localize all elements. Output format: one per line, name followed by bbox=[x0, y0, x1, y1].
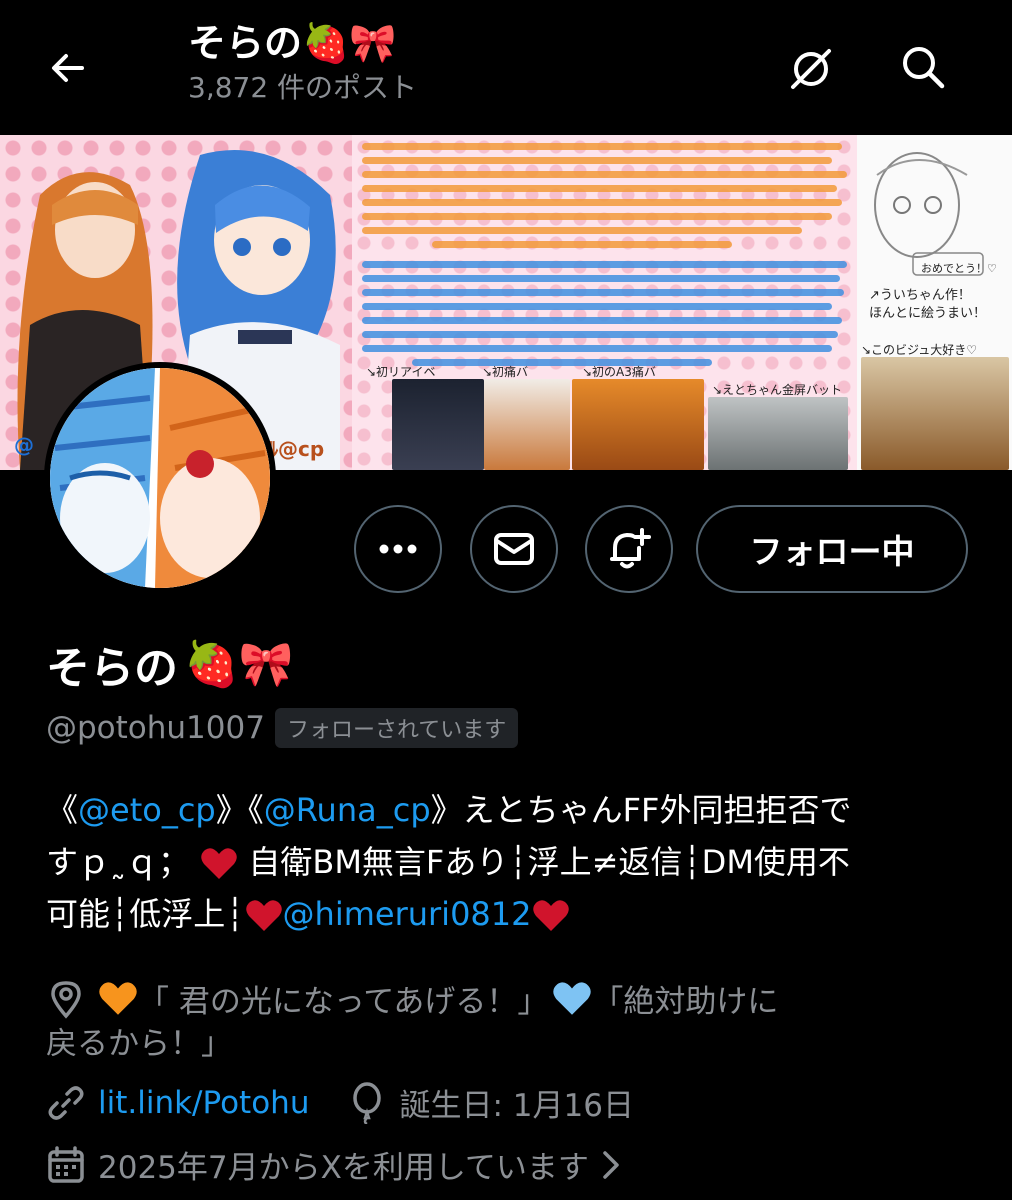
banner-caption-congrats: おめでとう！♡ bbox=[921, 262, 997, 275]
message-button[interactable] bbox=[470, 505, 558, 593]
website-link[interactable]: lit.link/Potohu bbox=[98, 1085, 309, 1121]
joined-text: 2025年7月からXを利用しています bbox=[98, 1150, 589, 1186]
top-bar: そらの🍓🎀 3,872 件のポスト bbox=[0, 0, 1012, 135]
following-button[interactable]: フォロー中 bbox=[696, 505, 968, 593]
link-icon bbox=[46, 1083, 86, 1123]
avatar-image bbox=[50, 368, 270, 588]
post-count: 3,872 件のポスト bbox=[188, 71, 418, 104]
red-heart-icon bbox=[245, 900, 282, 931]
chevron-right-icon bbox=[603, 1150, 619, 1179]
photo-caption-4: ↘えとちゃん金屏バット bbox=[712, 383, 843, 397]
red-heart-icon bbox=[201, 848, 237, 879]
bio-text: 自衛BM無言Fあり┆浮上≠返信┆DM使用不 bbox=[248, 843, 850, 881]
banner-letter: ↘初リアイベ ↘初痛バ ↘初のA3痛バ ↘えとちゃん金屏バット bbox=[352, 135, 857, 470]
bio-text: 可能┆低浮上┆ bbox=[46, 895, 245, 933]
bell-plus-icon bbox=[610, 528, 651, 569]
mention-link[interactable]: @eto_cp bbox=[78, 791, 216, 829]
profile-name: そらの bbox=[46, 643, 178, 694]
banner-drawing: おめでとう！♡ ↗ういちゃん作！ ほんとに絵うまい！ ↘このビジュ大好き♡ bbox=[857, 135, 1012, 470]
location-text: 「 君の光になってあげる！」 bbox=[138, 984, 549, 1020]
bio-line-3: 可能┆低浮上┆ @himeruri0812 bbox=[46, 888, 976, 940]
balloon-icon bbox=[347, 1081, 387, 1124]
search-icon bbox=[903, 47, 945, 89]
slash-circle-icon bbox=[791, 49, 831, 89]
header-title: そらの🍓🎀 bbox=[188, 21, 397, 65]
bio-text: 》えとちゃんFF外同担拒否で bbox=[430, 791, 852, 829]
banner-tag-left: @ bbox=[14, 433, 34, 457]
photo-bat bbox=[708, 397, 848, 470]
bio-text: 《 bbox=[46, 791, 79, 829]
more-icon bbox=[379, 544, 417, 554]
bio-text: すｐ˷ｑ； bbox=[46, 843, 191, 881]
photo-event bbox=[392, 379, 484, 470]
profile-name-row: そらの 🍓🎀 bbox=[46, 632, 294, 696]
photo-itabag bbox=[484, 379, 570, 470]
back-button[interactable] bbox=[42, 42, 94, 94]
profile-name-emoji: 🍓🎀 bbox=[184, 639, 294, 690]
calendar-icon bbox=[46, 1145, 86, 1185]
grok-button[interactable] bbox=[784, 42, 838, 96]
envelope-icon bbox=[494, 533, 534, 565]
search-button[interactable] bbox=[896, 40, 950, 94]
profile-handle: @potohu1007 bbox=[46, 710, 265, 746]
photo-caption-1: ↘初リアイベ bbox=[366, 365, 436, 379]
avatar[interactable] bbox=[44, 362, 276, 594]
header-title-block: そらの🍓🎀 3,872 件のポスト bbox=[188, 18, 417, 108]
bio-text: 》《 bbox=[215, 791, 264, 829]
birthday-text: 誕生日: 1月16日 bbox=[399, 1088, 634, 1124]
location-text: 戻るから！」 bbox=[46, 1026, 232, 1062]
notify-button[interactable] bbox=[585, 505, 673, 593]
banner-tag-right: ﾙ@cp bbox=[268, 437, 325, 461]
photo-caption-2: ↘初痛バ bbox=[482, 365, 529, 379]
bio-line-2: すｐ˷ｑ； 自衛BM無言Fあり┆浮上≠返信┆DM使用不 bbox=[46, 836, 976, 888]
photo-a3-itabag bbox=[572, 379, 704, 470]
handle-row: @potohu1007 フォローされています bbox=[46, 708, 519, 748]
more-button[interactable] bbox=[354, 505, 442, 593]
location-row-cont: 戻るから！」 bbox=[46, 1018, 232, 1063]
banner-caption-drawing: ↗ういちゃん作！ ほんとに絵うまい！ bbox=[869, 288, 987, 321]
banner-caption-bisu: ↘このビジュ大好き♡ bbox=[861, 343, 977, 357]
back-arrow-icon bbox=[52, 54, 84, 82]
mention-link[interactable]: @Runa_cp bbox=[264, 791, 431, 829]
mention-link[interactable]: @himeruri0812 bbox=[283, 895, 532, 933]
blue-heart-icon bbox=[553, 981, 592, 1015]
red-heart-icon bbox=[532, 900, 569, 931]
link-birthday-row: lit.link/Potohu 誕生日: 1月16日 bbox=[46, 1080, 634, 1125]
location-text: 「絶対助けに bbox=[592, 984, 779, 1020]
photo-caption-3: ↘初のA3痛バ bbox=[582, 365, 656, 379]
follows-you-badge: フォローされています bbox=[274, 708, 519, 748]
profile-bio: 《@eto_cp》《@Runa_cp》えとちゃんFF外同担拒否で すｐ˷ｑ； 自… bbox=[46, 784, 976, 940]
location-pin-icon bbox=[46, 979, 86, 1019]
photo-figures bbox=[861, 357, 1009, 470]
location-row: 「 君の光になってあげる！」 「絶対助けに bbox=[46, 976, 778, 1021]
bio-line-1: 《@eto_cp》《@Runa_cp》えとちゃんFF外同担拒否で bbox=[46, 784, 976, 836]
joined-row[interactable]: 2025年7月からXを利用しています bbox=[46, 1142, 623, 1187]
orange-heart-icon bbox=[99, 981, 137, 1015]
